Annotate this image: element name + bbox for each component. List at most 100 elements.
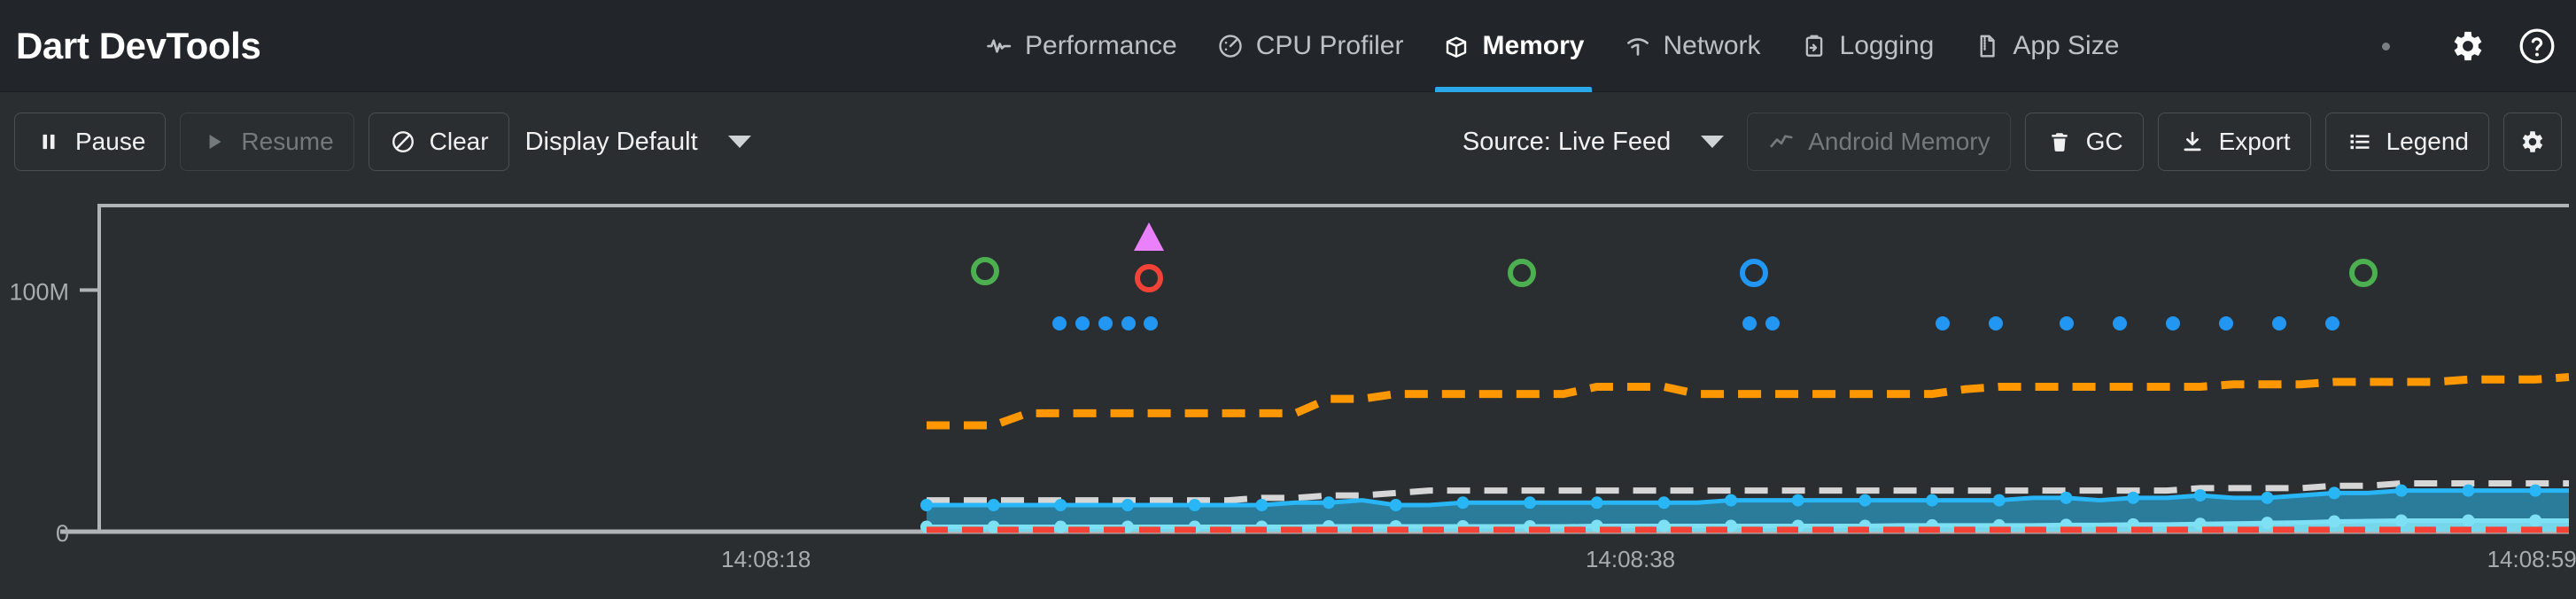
tab-cpu-profiler[interactable]: CPU Profiler [1197, 0, 1424, 92]
used-point [2261, 491, 2274, 504]
monitor-dot-marker[interactable] [1989, 316, 2003, 331]
used-point [1791, 494, 1804, 507]
used-point [1524, 496, 1537, 510]
used-point [1858, 494, 1872, 507]
used-point [1389, 499, 1402, 512]
activity-icon [985, 32, 1013, 60]
monitor-dot-marker[interactable] [1121, 316, 1136, 331]
y-tick-label: 100M [9, 278, 69, 305]
auto-snapshot-ring-marker[interactable] [1740, 259, 1768, 287]
main-tab-strip: Performance CPU Profiler Memory Network [966, 0, 2138, 92]
monitor-dot-marker[interactable] [1052, 316, 1067, 331]
memory-chart[interactable]: 0 100M 14:08:18 14:08:38 14:08:59 [0, 191, 2576, 599]
pause-button[interactable]: Pause [14, 113, 167, 171]
monitor-dot-marker[interactable] [2166, 316, 2180, 331]
pause-icon [35, 128, 63, 156]
x-tick-label: 14:08:18 [721, 546, 811, 572]
used-point [919, 499, 933, 512]
monitor-dot-marker[interactable] [2325, 316, 2339, 331]
settings-gear-button[interactable] [2445, 23, 2491, 69]
memory-toolbar-right: Source: Live Feed Android Memory GC Expo… [1447, 92, 2562, 191]
clear-label: Clear [429, 128, 489, 155]
help-button[interactable] [2514, 23, 2560, 69]
used-point [987, 499, 1000, 512]
rss-line [926, 373, 2570, 430]
resume-button[interactable]: Resume [180, 113, 354, 171]
used-point [2328, 486, 2341, 500]
used-point [1657, 496, 1671, 510]
monitor-dot-marker[interactable] [1098, 316, 1113, 331]
monitor-dot-marker[interactable] [2113, 316, 2127, 331]
memory-toolbar: Pause Resume Clear Display Default Sourc… [0, 92, 2576, 191]
external-point [2529, 514, 2542, 527]
monitor-dot-marker[interactable] [1144, 316, 1158, 331]
tab-app-size[interactable]: App Size [1953, 0, 2138, 92]
memory-chart-region[interactable]: 0 100M 14:08:18 14:08:38 14:08:59 [0, 191, 2576, 599]
gc-label: GC [2085, 128, 2123, 155]
file-zip-icon [1973, 32, 2001, 60]
download-icon [2178, 128, 2207, 156]
used-point [2060, 491, 2073, 504]
external-point [2328, 515, 2341, 528]
display-mode-dropdown[interactable]: Display Default [509, 113, 760, 171]
tab-label: Performance [1025, 31, 1177, 60]
trash-icon [2045, 128, 2074, 156]
clear-button[interactable]: Clear [368, 113, 509, 171]
tab-label: App Size [2013, 31, 2120, 60]
chart-line-icon [1767, 128, 1796, 156]
used-point [1590, 496, 1603, 510]
external-point [2462, 514, 2475, 527]
external-point [1054, 520, 1067, 533]
tab-performance[interactable]: Performance [966, 0, 1197, 92]
export-button[interactable]: Export [2157, 113, 2311, 171]
used-point [1725, 494, 1738, 507]
external-point [2394, 514, 2408, 527]
y-tick-label: 0 [56, 520, 69, 547]
tab-logging[interactable]: Logging [1781, 0, 1954, 92]
monitor-dot-marker[interactable] [1075, 316, 1090, 331]
gc-button[interactable]: GC [2024, 113, 2144, 171]
legend-button[interactable]: Legend [2324, 113, 2489, 171]
wifi-icon [1624, 32, 1652, 60]
android-memory-button[interactable]: Android Memory [1747, 113, 2011, 171]
gc-ring-marker[interactable] [1508, 259, 1536, 287]
monitor-dot-marker[interactable] [1742, 316, 1757, 331]
used-point [1992, 494, 2006, 507]
used-point [2462, 484, 2475, 497]
snapshot-ring-marker[interactable] [1135, 264, 1163, 292]
gc-ring-marker[interactable] [971, 257, 999, 285]
app-header: Dart DevTools Performance CPU Profiler M… [0, 0, 2576, 92]
list-icon [2346, 128, 2374, 156]
external-point [1657, 519, 1671, 533]
block-icon [389, 128, 417, 156]
display-mode-label: Display Default [524, 127, 698, 156]
used-point [1323, 496, 1336, 510]
chart-frame [97, 204, 2569, 532]
memory-settings-button[interactable] [2503, 113, 2562, 171]
manual-snapshot-arrow-marker[interactable] [1134, 222, 1164, 251]
tab-memory[interactable]: Memory [1423, 0, 1603, 92]
header-actions [2382, 0, 2560, 92]
monitor-dot-marker[interactable] [2060, 316, 2074, 331]
used-point [2127, 491, 2140, 504]
monitor-dot-marker[interactable] [2219, 316, 2233, 331]
x-tick-label: 14:08:59 [2487, 546, 2576, 572]
chevron-down-icon [1701, 136, 1725, 148]
app-title: Dart DevTools [16, 24, 261, 66]
monitor-dot-marker[interactable] [1936, 316, 1950, 331]
external-point [2261, 517, 2274, 530]
tab-label: Memory [1482, 31, 1585, 60]
monitor-dot-marker[interactable] [1765, 316, 1780, 331]
used-point [1456, 496, 1470, 510]
used-point [1188, 499, 1201, 512]
source-dropdown[interactable]: Source: Live Feed [1447, 113, 1733, 171]
android-memory-label: Android Memory [1808, 128, 1990, 155]
gc-ring-marker[interactable] [2349, 259, 2378, 287]
connection-dot-icon [2382, 42, 2390, 51]
x-tick-label: 14:08:38 [1586, 546, 1675, 572]
tab-label: CPU Profiler [1255, 31, 1404, 60]
tab-network[interactable]: Network [1604, 0, 1781, 92]
export-label: Export [2218, 128, 2291, 155]
monitor-dot-marker[interactable] [2272, 316, 2286, 331]
used-point [2529, 484, 2542, 497]
